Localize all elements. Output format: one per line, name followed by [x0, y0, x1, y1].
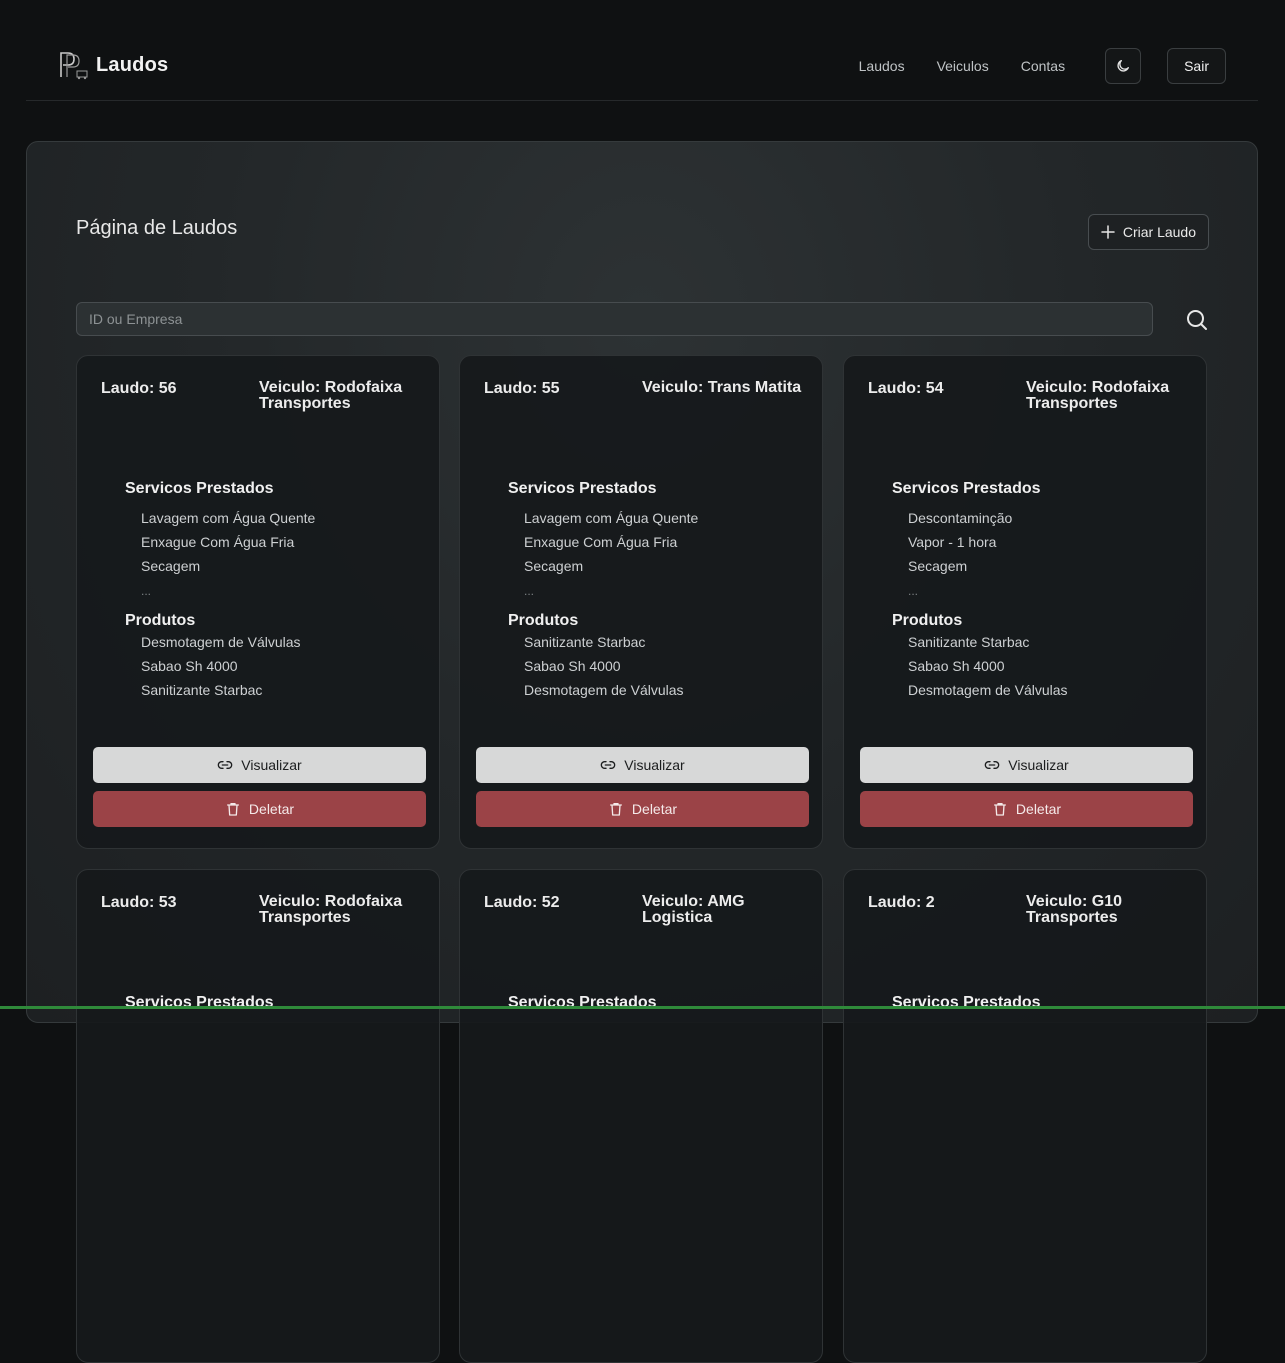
trash-icon [226, 803, 239, 816]
products-heading: Produtos [508, 612, 579, 629]
delete-button[interactable]: Deletar [860, 791, 1193, 827]
brand[interactable]: Laudos [58, 50, 168, 80]
link-icon [218, 761, 233, 769]
product-item: Sanitizante Starbac [524, 634, 646, 650]
services-heading: Servicos Prestados [125, 480, 274, 497]
page-title: Página de Laudos [76, 217, 238, 239]
trash-icon [609, 803, 622, 816]
product-item: Desmotagem de Válvulas [141, 634, 301, 650]
delete-label: Deletar [248, 801, 295, 817]
logo-icon [60, 52, 88, 80]
nav-link-laudos[interactable]: Laudos [859, 58, 905, 74]
trash-icon [993, 803, 1006, 816]
view-button[interactable]: Visualizar [93, 747, 426, 783]
more-indicator: ... [524, 584, 535, 598]
laudo-id: Laudo: 2 [868, 894, 935, 911]
laudo-id: Laudo: 54 [868, 380, 944, 397]
create-laudo-label: Criar Laudo [1122, 224, 1196, 240]
services-heading: Servicos Prestados [892, 480, 1041, 497]
products-heading: Produtos [125, 612, 196, 629]
service-item: Secagem [524, 558, 584, 574]
service-item: Lavagem com Água Quente [524, 510, 699, 526]
view-label: Visualizar [624, 757, 685, 773]
service-item: Vapor - 1 hora [908, 534, 997, 550]
create-laudo-button[interactable]: Criar Laudo [1087, 214, 1209, 250]
main-panel: Página de Laudos Criar Laudo Laudo: 56 V… [26, 141, 1258, 1363]
laudo-id: Laudo: 52 [484, 894, 560, 911]
view-label: Visualizar [1008, 757, 1069, 773]
moon-icon [1117, 60, 1130, 72]
product-item: Desmotagem de Válvulas [908, 682, 1068, 698]
product-item: Sanitizante Starbac [141, 682, 263, 698]
laudo-id: Laudo: 55 [484, 380, 560, 397]
brand-title: Laudos [96, 53, 169, 76]
top-navbar: Laudos Laudos Veiculos Contas Sair [26, 0, 1258, 101]
view-label: Visualizar [241, 757, 302, 773]
laudo-id: Laudo: 53 [101, 894, 177, 911]
services-heading: Servicos Prestados [125, 994, 274, 1011]
more-indicator: ... [141, 584, 152, 598]
laudo-card: Laudo: 53 Veiculo: Rodofaixa Transportes… [76, 869, 440, 1363]
laudo-vehicle: Veiculo: AMG Logistica [642, 893, 745, 926]
product-item: Sabao Sh 4000 [141, 658, 238, 674]
laudo-vehicle: Veiculo: Rodofaixa Transportes [259, 893, 403, 926]
services-heading: Servicos Prestados [508, 480, 657, 497]
service-item: Secagem [908, 558, 968, 574]
product-item: Sanitizante Starbac [908, 634, 1030, 650]
service-item: Lavagem com Água Quente [141, 510, 316, 526]
delete-button[interactable]: Deletar [93, 791, 426, 827]
laudo-id: Laudo: 56 [101, 380, 177, 397]
product-item: Desmotagem de Válvulas [524, 682, 684, 698]
laudo-vehicle: Veiculo: Rodofaixa Transportes [1026, 379, 1170, 412]
service-item: Secagem [141, 558, 201, 574]
delete-button[interactable]: Deletar [476, 791, 809, 827]
service-item: Descontaminção [908, 510, 1013, 526]
more-indicator: ... [908, 584, 919, 598]
laudo-card: Laudo: 52 Veiculo: AMG Logistica Servico… [459, 869, 823, 1363]
nav-link-veiculos[interactable]: Veiculos [937, 58, 989, 74]
plus-icon [1101, 225, 1115, 239]
link-icon [601, 761, 616, 769]
delete-label: Deletar [631, 801, 678, 817]
theme-toggle-button[interactable] [1105, 48, 1142, 84]
product-item: Sabao Sh 4000 [524, 658, 621, 674]
laudo-card: Laudo: 2 Veiculo: G10 Transportes Servic… [843, 869, 1207, 1363]
service-item: Enxague Com Água Fria [141, 534, 295, 550]
main-nav: Laudos Veiculos Contas Sair [859, 48, 1226, 84]
nav-link-contas[interactable]: Contas [1021, 58, 1065, 74]
view-button[interactable]: Visualizar [476, 747, 809, 783]
view-button[interactable]: Visualizar [860, 747, 1193, 783]
delete-label: Deletar [1015, 801, 1062, 817]
link-icon [985, 761, 1000, 769]
services-heading: Servicos Prestados [508, 994, 657, 1011]
laudo-vehicle: Veiculo: Rodofaixa Transportes [259, 379, 403, 412]
laudo-card: Laudo: 54 Veiculo: Rodofaixa Transportes… [843, 355, 1207, 849]
product-item: Sabao Sh 4000 [908, 658, 1005, 674]
laudo-card: Laudo: 55 Veiculo: Trans Matita Servicos… [459, 355, 823, 849]
laudo-card: Laudo: 56 Veiculo: Rodofaixa Transportes… [76, 355, 440, 849]
products-heading: Produtos [892, 612, 963, 629]
logout-button[interactable]: Sair [1167, 48, 1226, 84]
search-input[interactable] [76, 302, 1153, 336]
service-item: Enxague Com Água Fria [524, 534, 678, 550]
laudo-vehicle: Veiculo: G10 Transportes [1026, 893, 1123, 926]
services-heading: Servicos Prestados [892, 994, 1041, 1011]
search-icon[interactable] [1185, 308, 1209, 332]
laudo-vehicle: Veiculo: Trans Matita [642, 379, 802, 396]
